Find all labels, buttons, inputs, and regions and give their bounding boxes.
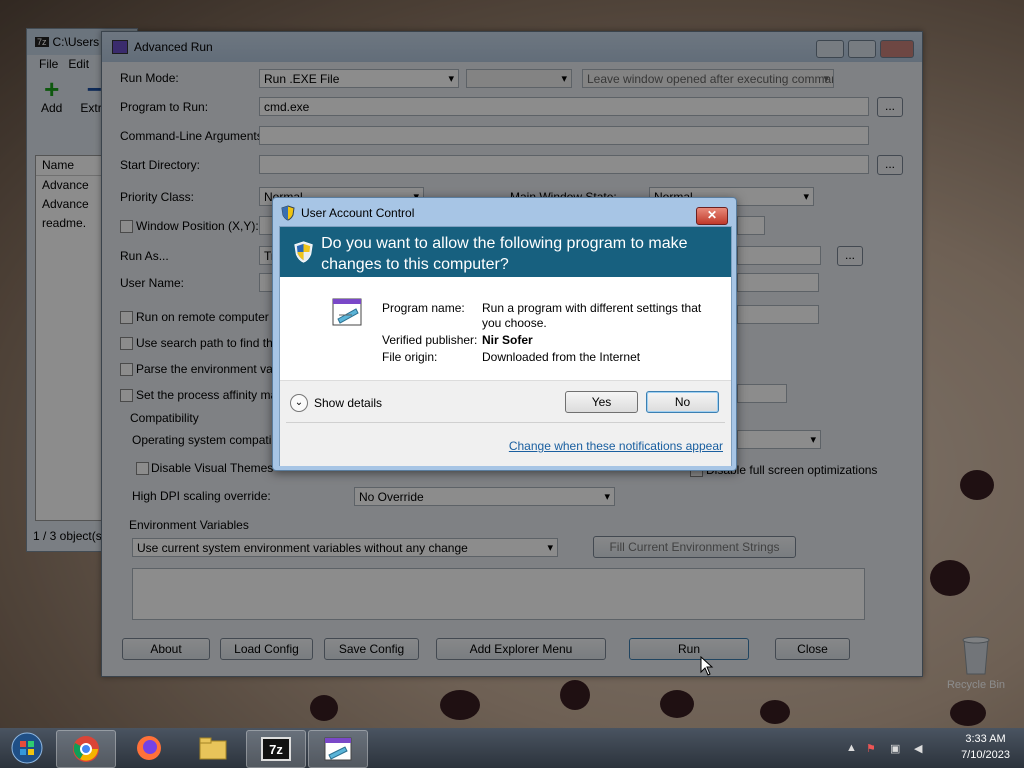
program-name-value: Run a program with different settings th… xyxy=(482,301,702,330)
taskbar-advancedrun[interactable] xyxy=(308,730,368,768)
uac-titlebar[interactable]: User Account Control xyxy=(273,198,736,228)
mouse-cursor-icon xyxy=(700,656,714,676)
taskbar-firefox[interactable] xyxy=(120,730,178,766)
uac-program-info: Program name: Run a program with differe… xyxy=(382,301,722,367)
taskbar-clock[interactable]: 3:33 AM 7/10/2023 xyxy=(961,731,1010,763)
uac-title: User Account Control xyxy=(301,206,415,220)
start-orb-icon xyxy=(11,732,43,764)
tray-flag-icon[interactable]: ⚑ xyxy=(866,742,876,755)
uac-banner: Do you want to allow the following progr… xyxy=(280,227,731,277)
yes-button[interactable]: Yes xyxy=(565,391,638,413)
tray-network-icon[interactable]: ▣ xyxy=(890,742,900,755)
advancedrun-icon xyxy=(324,737,352,761)
uac-dialog[interactable]: User Account Control ✕ Do you want to al… xyxy=(272,197,737,471)
publisher-row: Verified publisher: Nir Sofer xyxy=(382,333,722,348)
tray-expand-icon[interactable]: ▲ xyxy=(846,742,857,754)
show-details-toggle[interactable]: ⌄ Show details xyxy=(290,394,382,412)
uac-close-button[interactable]: ✕ xyxy=(696,207,728,225)
no-button[interactable]: No xyxy=(646,391,719,413)
uac-content: Do you want to allow the following progr… xyxy=(279,226,732,466)
chrome-icon xyxy=(73,736,99,762)
chevron-down-icon: ⌄ xyxy=(290,394,308,412)
uac-footer: ⌄ Show details Yes No Change when these … xyxy=(280,380,731,466)
publisher-value: Nir Sofer xyxy=(482,333,533,347)
origin-row: File origin: Downloaded from the Interne… xyxy=(382,350,722,365)
clock-date: 7/10/2023 xyxy=(961,749,1010,761)
taskbar-explorer[interactable] xyxy=(184,730,242,766)
uac-shield-small-icon xyxy=(281,205,295,221)
explorer-icon xyxy=(199,737,227,760)
clock-time: 3:33 AM xyxy=(965,733,1006,745)
firefox-icon xyxy=(137,736,161,760)
uac-question: Do you want to allow the following progr… xyxy=(321,235,688,273)
show-details-label: Show details xyxy=(314,396,383,410)
origin-label: File origin: xyxy=(382,350,438,364)
taskbar-chrome[interactable] xyxy=(56,730,116,768)
change-notifications-link[interactable]: Change when these notifications appear xyxy=(509,439,723,453)
tray-volume-icon[interactable]: ◀ xyxy=(914,742,922,755)
program-name-row: Program name: Run a program with differe… xyxy=(382,301,722,331)
origin-value: Downloaded from the Internet xyxy=(482,350,641,364)
taskbar-7zip[interactable]: 7z xyxy=(246,730,306,768)
program-app-icon xyxy=(332,298,362,326)
7zip-icon: 7z xyxy=(261,737,291,761)
footer-divider xyxy=(286,422,725,423)
taskbar: 7z ▲ ⚑ ▣ ◀ 3:33 AM 7/10/2023 xyxy=(0,728,1024,768)
uac-shield-icon xyxy=(294,241,313,263)
publisher-label: Verified publisher: xyxy=(382,333,478,347)
program-name-label: Program name: xyxy=(382,301,465,315)
start-button[interactable] xyxy=(2,730,52,766)
